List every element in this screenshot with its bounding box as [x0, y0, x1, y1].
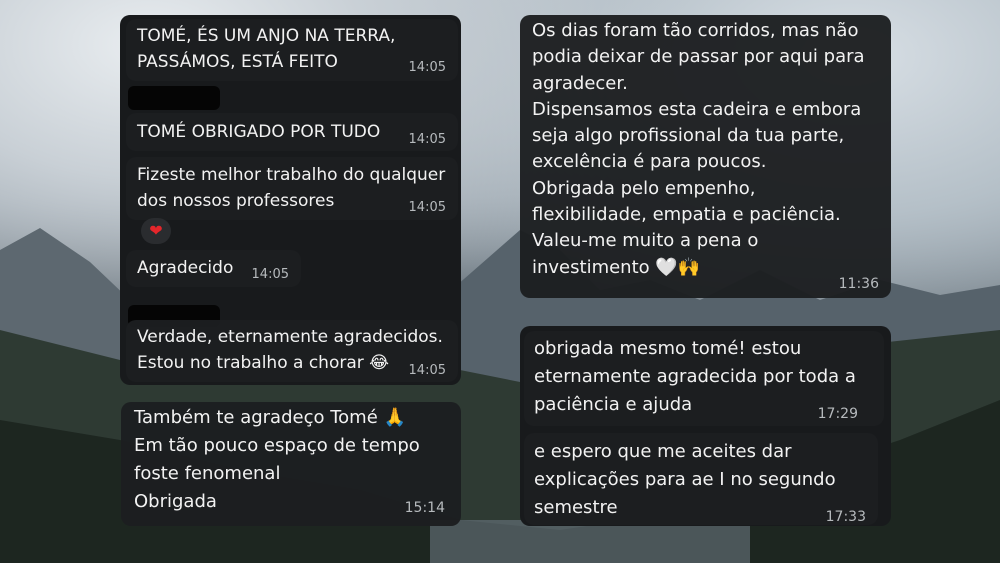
message-bubble[interactable]: Fizeste melhor trabalho do qualquer dos …: [126, 157, 458, 220]
message-bubble[interactable]: e espero que me aceites dar explicações …: [524, 433, 878, 525]
message-text: Os dias foram tão corridos, mas não podi…: [532, 20, 865, 278]
message-bubble[interactable]: TOMÉ, ÉS UM ANJO NA TERRA, PASSÁMOS, EST…: [126, 19, 458, 81]
message-bubble[interactable]: TOMÉ OBRIGADO POR TUDO 14:05: [126, 113, 458, 151]
message-text: Fizeste melhor trabalho do qualquer dos …: [137, 165, 446, 211]
message-bubble[interactable]: obrigada mesmo tomé! estou eternamente a…: [524, 331, 884, 426]
message-time: 14:05: [408, 132, 446, 147]
message-text: TOMÉ, ÉS UM ANJO NA TERRA, PASSÁMOS, EST…: [137, 26, 396, 72]
message-time: 14:05: [251, 267, 289, 282]
heart-reaction-icon[interactable]: ❤: [141, 218, 171, 244]
message-bubble[interactable]: Os dias foram tão corridos, mas não podi…: [520, 15, 891, 298]
message-time: 17:29: [817, 406, 858, 422]
message-time: 17:33: [825, 509, 866, 525]
redacted-name-1: [128, 86, 220, 110]
message-text: Agradecido: [137, 258, 234, 278]
message-text: e espero que me aceites dar explicações …: [534, 441, 836, 518]
message-text: Verdade, eternamente agradecidos. Estou …: [137, 327, 443, 373]
message-bubble[interactable]: Também te agradeço Tomé 🙏 Em tão pouco e…: [121, 402, 461, 526]
message-time: 14:05: [408, 200, 446, 215]
message-text: TOMÉ OBRIGADO POR TUDO: [137, 122, 381, 142]
message-time: 15:14: [404, 500, 445, 516]
message-time: 14:05: [408, 363, 446, 378]
message-text: Também te agradeço Tomé 🙏 Em tão pouco e…: [134, 407, 420, 512]
message-bubble[interactable]: Agradecido 14:05: [126, 250, 301, 287]
message-bubble[interactable]: Verdade, eternamente agradecidos. Estou …: [126, 320, 458, 382]
message-text: obrigada mesmo tomé! estou eternamente a…: [534, 338, 856, 415]
message-time: 11:36: [838, 276, 879, 292]
message-time: 14:05: [408, 60, 446, 75]
